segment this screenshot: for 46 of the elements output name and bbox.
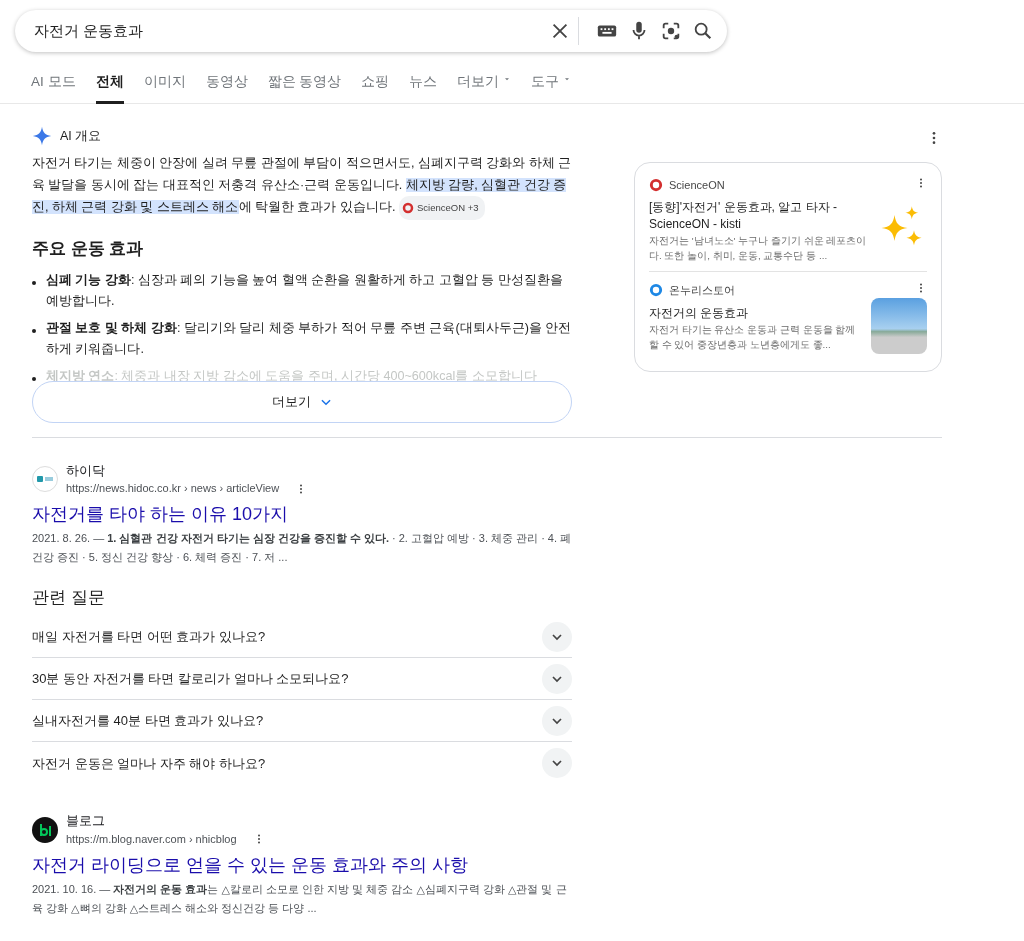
ring-logo-icon — [649, 178, 663, 193]
citation-chip[interactable]: ScienceON +3 — [399, 196, 485, 220]
question-text[interactable]: 매일 자전거를 타면 어떤 효과가 있나요? — [32, 627, 266, 647]
show-more-button[interactable]: 더보기 — [32, 380, 572, 423]
question-text[interactable]: 자전거 운동은 얼마나 자주 해야 하나요? — [32, 753, 266, 773]
camera-lens-icon[interactable] — [660, 20, 682, 42]
bullet-text: 심폐 기능 강화: 심장과 폐의 기능을 높여 혈액 순환을 원활하게 하고 고혈압 등 만성질환을 예방합니다. — [46, 271, 564, 310]
search-tab[interactable]: 짧은 동영상 — [267, 72, 342, 104]
search-tab[interactable]: 더보기 — [457, 72, 512, 104]
site-url: https://m.blog.naver.com › nhicblog — [66, 832, 237, 847]
site-name: 하이닥 — [66, 462, 106, 480]
search-tab[interactable]: 쇼핑 — [361, 72, 390, 104]
search-tab[interactable]: 전체 — [95, 72, 124, 104]
search-tab[interactable]: 뉴스 — [409, 72, 438, 104]
ai-overview-title: AI 개요 — [60, 127, 102, 145]
result-link[interactable]: 자전거를 타야 하는 이유 10가지 — [32, 500, 942, 527]
section-heading: 관련 질문 — [32, 586, 106, 609]
result-snippet: 2021. 10. 16. — 자전거의 운동 효과는 △칼로리 소모로 인한 지방 및 체중 감소 △심폐지구력 강화 △관절 및 근육 강화 △뼈의 강화 △스트레스 해소와 정신건강 등 다양 ... — [32, 881, 568, 916]
search-tab[interactable]: 도구 — [531, 72, 572, 104]
sparkle-icon — [32, 126, 52, 146]
bullet-dot — [32, 280, 36, 285]
source-title[interactable]: [동향]'자전거' 운동효과, 알고 타자 - ScienceON - kisti — [649, 198, 867, 233]
source-site: ScienceON — [669, 178, 725, 193]
search-input[interactable]: 자전거 운동효과 — [32, 18, 540, 44]
search-icon[interactable] — [692, 20, 714, 42]
bullet-dot — [32, 376, 36, 381]
search-tab[interactable]: 동영상 — [205, 72, 248, 104]
source-site: 온누리스토어 — [669, 282, 735, 298]
section-heading: 주요 운동 효과 — [32, 238, 145, 260]
circle-logo-icon — [649, 282, 663, 297]
source-title[interactable]: 자전거의 운동효과 — [649, 305, 863, 322]
site-name: 블로그 — [66, 813, 106, 831]
search-tab[interactable]: 이미지 — [143, 72, 186, 104]
bullet-text: 관절 보호 및 하체 강화: 달리기와 달리 체중 부하가 적어 무릎 주변 근육(대퇴사두근)을 안전하게 키워줍니다. — [46, 319, 572, 358]
source-snippet: 자전거 타기는 유산소 운동과 근력 운동을 함께 할 수 있어 중장년층과 노년층에게도 좋... — [649, 323, 857, 352]
question-text[interactable]: 30분 동안 자전거를 타면 칼로리가 얼마나 소모되나요? — [32, 669, 349, 689]
result-link[interactable]: 자전거 라이딩으로 얻을 수 있는 운동 효과와 주의 사항 — [32, 851, 942, 878]
site-logo-icon — [32, 816, 58, 843]
search-tab[interactable]: AI 모드 — [31, 72, 76, 104]
result-snippet: 2021. 8. 26. — 1. 심혈관 건강 자전거 타기는 심장 건강을 증진할 수 있다. · 2. 고혈압 예방 · 3. 체중 관리 · 4. 폐 건강 증진 · 5. 정신 건강 향상 · 6. 체력 증진 · 7. 저 ... — [32, 530, 573, 565]
source-snippet: 자전거는 '남녀노소' 누구나 즐기기 쉬운 레포츠이다. 또한 놀이, 취미, 운동, 교통수단 등 ... — [649, 233, 867, 263]
question-text[interactable]: 실내자전거를 40분 타면 효과가 있나요? — [32, 711, 264, 731]
bullet-dot — [32, 328, 36, 333]
photo-placeholder — [871, 298, 927, 354]
site-url: https://news.hidoc.co.kr › news › articleView — [66, 481, 280, 497]
ring-logo-icon — [402, 202, 414, 214]
